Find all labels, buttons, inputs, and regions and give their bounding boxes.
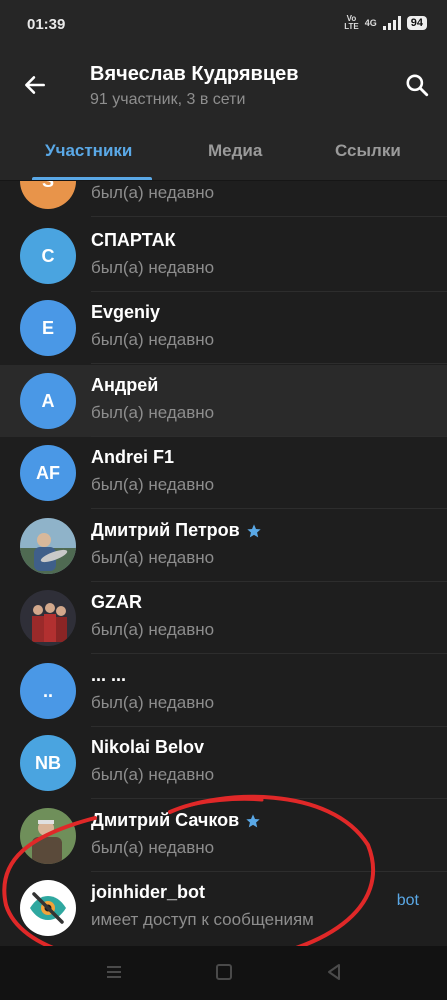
tab-media[interactable]: Медиа	[208, 141, 262, 161]
member-row[interactable]: A Андрей был(а) недавно	[0, 365, 447, 437]
member-status: был(а) недавно	[91, 620, 215, 639]
avatar: E	[20, 300, 76, 356]
member-name: Дмитрий Петров	[91, 520, 262, 541]
member-name: ... ...	[91, 665, 127, 685]
member-status: был(а) недавно	[91, 693, 215, 712]
avatar: ..	[20, 663, 76, 719]
avatar: S	[20, 181, 76, 209]
member-status: был(а) недавно	[91, 258, 215, 277]
bot-avatar	[20, 880, 76, 936]
member-name: GZAR	[91, 592, 142, 612]
member-name: Andrei F1	[91, 447, 175, 467]
battery-indicator: 94	[406, 16, 427, 30]
page-subtitle: 91 участник, 3 в сети	[90, 91, 246, 108]
avatar: AF	[20, 445, 76, 501]
bot-badge: bot	[396, 892, 419, 909]
signal-icon	[382, 16, 401, 30]
member-status: был(а) недавно	[91, 330, 215, 349]
member-name: Nikolai Belov	[91, 737, 205, 757]
member-status: имеет доступ к сообщениям	[91, 910, 314, 929]
member-name: СПАРТАК	[91, 230, 176, 250]
star-icon	[247, 523, 261, 537]
member-status: был(а) недавно	[91, 548, 215, 567]
avatar: NB	[20, 735, 76, 791]
member-status: был(а) недавно	[91, 183, 215, 202]
star-icon	[246, 813, 260, 827]
avatar-photo	[20, 518, 76, 574]
divider	[91, 653, 447, 654]
member-row[interactable]: AF Andrei F1 был(а) недавно	[0, 437, 447, 509]
member-name: Evgeniy	[91, 302, 161, 322]
member-name: Андрей	[91, 375, 159, 395]
member-status: был(а) недавно	[91, 475, 215, 494]
member-row[interactable]: E Evgeniy был(а) недавно	[0, 292, 447, 364]
avatar-photo	[20, 590, 76, 646]
eye-crossed-icon	[30, 892, 66, 924]
page-title: Вячеслав Кудрявцев	[90, 63, 299, 85]
back-triangle-icon[interactable]	[322, 960, 346, 984]
status-time: 01:39	[27, 16, 66, 33]
home-square-icon[interactable]	[212, 960, 236, 984]
member-row[interactable]: Дмитрий Сачков был(а) недавно	[0, 800, 447, 872]
member-row[interactable]: S был(а) недавно	[0, 181, 447, 217]
status-indicators: Vo LTE 4G 94	[344, 15, 427, 31]
volte-indicator: Vo LTE	[344, 14, 359, 31]
avatar: C	[20, 228, 76, 284]
member-row[interactable]: joinhider_bot имеет доступ к сообщениям …	[0, 872, 447, 944]
arrow-left-icon[interactable]	[22, 72, 48, 98]
avatar: A	[20, 373, 76, 429]
divider	[91, 798, 447, 799]
member-status: был(а) недавно	[91, 838, 215, 857]
member-row[interactable]: .. ... ... был(а) недавно	[0, 655, 447, 727]
member-row[interactable]: C СПАРТАК был(а) недавно	[0, 220, 447, 292]
search-icon[interactable]	[404, 72, 430, 98]
member-row[interactable]: GZAR был(а) недавно	[0, 582, 447, 654]
member-status: был(а) недавно	[91, 403, 215, 422]
divider	[91, 216, 447, 217]
tab-links[interactable]: Ссылки	[335, 141, 401, 161]
menu-icon[interactable]	[102, 960, 126, 984]
divider	[91, 508, 447, 509]
network-type: 4G	[364, 18, 377, 28]
active-tab-indicator	[32, 177, 152, 180]
member-name: Дмитрий Сачков	[91, 810, 261, 831]
chat-header: Вячеслав Кудрявцев 91 участник, 3 в сети…	[0, 50, 447, 181]
member-row[interactable]: NB Nikolai Belov был(а) недавно	[0, 727, 447, 799]
member-name: joinhider_bot	[91, 882, 205, 902]
avatar-photo	[20, 808, 76, 864]
divider	[91, 363, 447, 364]
tab-bar: Участники Медиа Ссылки	[0, 136, 447, 180]
system-navbar	[0, 946, 447, 1000]
member-list[interactable]: S был(а) недавно C СПАРТАК был(а) недавн…	[0, 181, 447, 945]
member-row[interactable]: Дмитрий Петров был(а) недавно	[0, 510, 447, 582]
member-status: был(а) недавно	[91, 765, 215, 784]
status-bar: 01:39 Vo LTE 4G 94	[0, 0, 447, 50]
tab-members[interactable]: Участники	[45, 141, 132, 161]
